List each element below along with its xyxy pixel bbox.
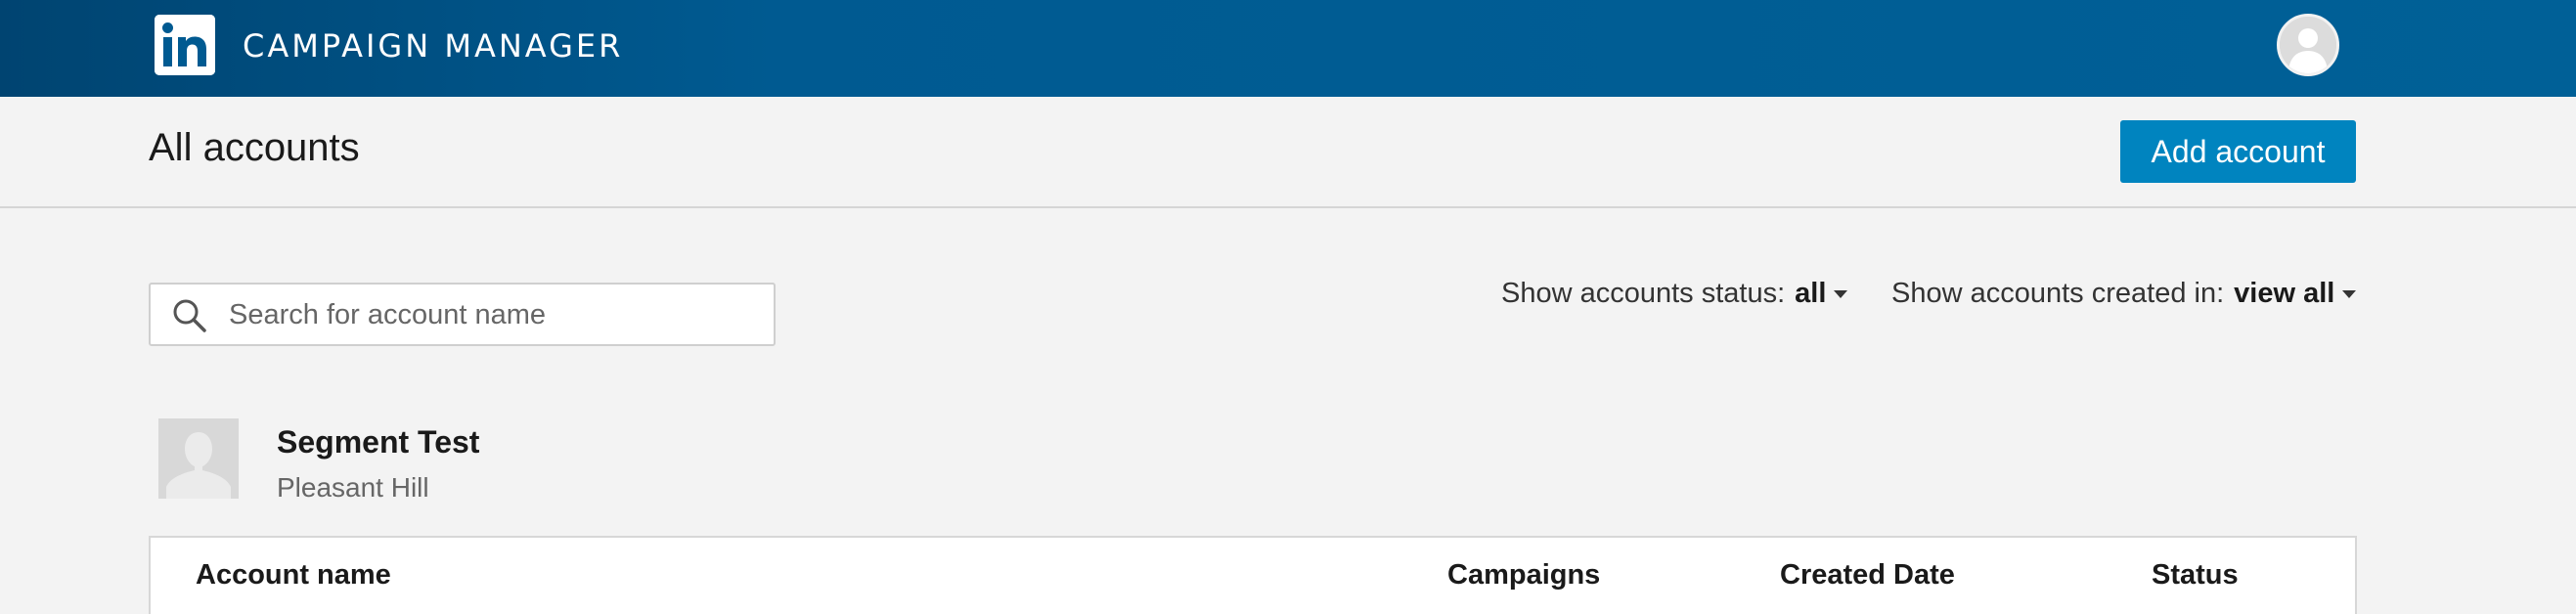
status-filter-label: Show accounts status: (1501, 278, 1786, 309)
column-header-created-date[interactable]: Created Date (1780, 559, 1955, 592)
page-title: All accounts (149, 126, 360, 169)
column-header-status[interactable]: Status (2152, 559, 2239, 592)
account-group-name[interactable]: Segment Test (277, 424, 479, 460)
column-header-campaigns[interactable]: Campaigns (1447, 559, 1600, 592)
search-icon (173, 299, 206, 332)
app-title: CAMPAIGN MANAGER (243, 27, 624, 65)
chevron-down-icon (1834, 290, 1848, 299)
account-group-location: Pleasant Hill (277, 472, 429, 503)
add-account-button[interactable]: Add account (2120, 120, 2356, 183)
user-avatar-icon[interactable] (2277, 14, 2339, 76)
chevron-down-icon (2342, 290, 2357, 299)
page-header: All accounts Add account (0, 97, 2576, 208)
created-filter-dropdown[interactable]: Show accounts created in: view all (1891, 278, 2357, 310)
linkedin-logo-icon[interactable] (155, 15, 215, 75)
search-input[interactable] (229, 292, 757, 337)
column-header-account-name[interactable]: Account name (196, 559, 391, 592)
status-filter-dropdown[interactable]: Show accounts status: all (1501, 278, 1848, 310)
created-filter-label: Show accounts created in: (1891, 278, 2225, 309)
created-filter-value: view all (2234, 278, 2335, 309)
status-filter-value: all (1795, 278, 1827, 309)
account-search-box[interactable] (149, 283, 776, 346)
top-navigation-bar: CAMPAIGN MANAGER (0, 0, 2576, 97)
accounts-table: Account name Campaigns Created Date Stat… (149, 536, 2357, 614)
company-placeholder-icon (158, 418, 239, 499)
